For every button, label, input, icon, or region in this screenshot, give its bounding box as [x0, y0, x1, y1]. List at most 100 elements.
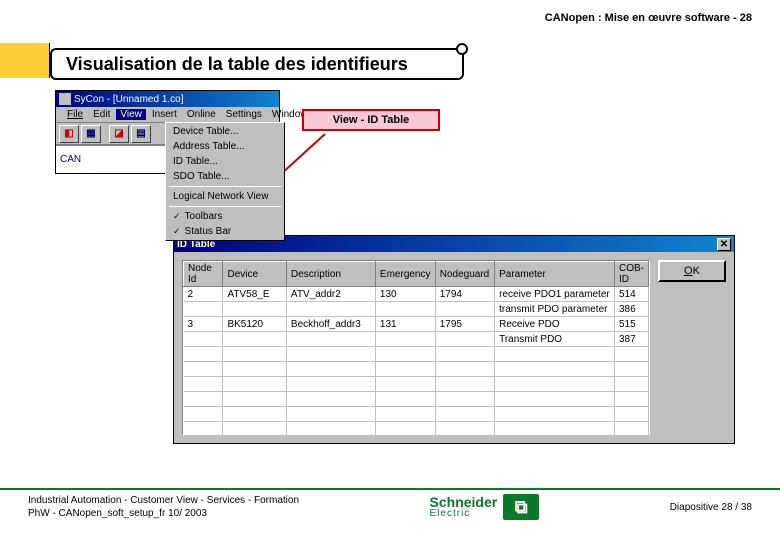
toolbar-btn-3[interactable]: ◪: [109, 125, 129, 143]
col-description[interactable]: Description: [286, 262, 375, 287]
toolbar-btn-4[interactable]: ▤: [131, 125, 151, 143]
cell-param: [495, 362, 615, 377]
table-row[interactable]: Transmit PDO387: [184, 332, 649, 347]
ok-label-rest: K: [693, 265, 700, 277]
idtable-grid: Node Id Device Description Emergency Nod…: [182, 260, 650, 435]
cell-param: [495, 392, 615, 407]
cell-emerg: [375, 347, 435, 362]
cell-device: [223, 362, 286, 377]
footer-line2: PhW - CANopen_soft_setup_fr 10/ 2003: [28, 507, 299, 520]
col-device[interactable]: Device: [223, 262, 286, 287]
cell-nodeg: [435, 422, 494, 437]
cell-cobid: [615, 422, 649, 437]
cell-emerg: [375, 422, 435, 437]
ok-button[interactable]: OK: [658, 260, 726, 282]
logo-brand2: Electric: [430, 509, 498, 519]
close-icon[interactable]: ✕: [717, 238, 731, 251]
callout-view-idtable: View - ID Table: [302, 109, 440, 131]
mi-address-table[interactable]: Address Table...: [167, 139, 283, 154]
sycon-titlebar[interactable]: SyCon - [Unnamed 1.co]: [56, 91, 279, 107]
col-nodeid[interactable]: Node Id: [184, 262, 223, 287]
mi-sdo-table[interactable]: SDO Table...: [167, 169, 283, 184]
menu-online[interactable]: Online: [183, 109, 220, 120]
table-row[interactable]: [184, 422, 649, 437]
cell-nodeid: 3: [184, 317, 223, 332]
cell-nodeid: [184, 332, 223, 347]
schneider-logo: Schneider Electric ⧉: [430, 494, 540, 520]
table-row[interactable]: [184, 407, 649, 422]
cell-nodeid: 2: [184, 287, 223, 302]
cell-nodeg: 1795: [435, 317, 494, 332]
mi-logical-network[interactable]: Logical Network View: [167, 189, 283, 204]
mi-device-table[interactable]: Device Table...: [167, 124, 283, 139]
cell-param: [495, 347, 615, 362]
cell-desc: ATV_addr2: [286, 287, 375, 302]
cell-nodeid: [184, 422, 223, 437]
col-cobid[interactable]: COB-ID: [615, 262, 649, 287]
toolbar-btn-2[interactable]: ▦: [81, 125, 101, 143]
footer-line1: Industrial Automation - Customer View - …: [28, 494, 299, 507]
cell-nodeg: [435, 332, 494, 347]
mi-id-table[interactable]: ID Table...: [167, 154, 283, 169]
cell-nodeid: [184, 362, 223, 377]
col-parameter[interactable]: Parameter: [495, 262, 615, 287]
cell-cobid: [615, 407, 649, 422]
table-row[interactable]: 3BK5120Beckhoff_addr31311795Receive PDO5…: [184, 317, 649, 332]
cell-emerg: 130: [375, 287, 435, 302]
cell-device: [223, 407, 286, 422]
cell-desc: [286, 392, 375, 407]
cell-desc: [286, 332, 375, 347]
menu-settings[interactable]: Settings: [222, 109, 266, 120]
logo-icon: ⧉: [503, 494, 539, 520]
mi-statusbar[interactable]: Status Bar: [167, 224, 283, 239]
menu-separator: [169, 206, 281, 207]
menu-insert[interactable]: Insert: [148, 109, 181, 120]
can-label: CAN: [60, 154, 81, 165]
menu-file[interactable]: File: [63, 109, 87, 120]
col-nodeguard[interactable]: Nodeguard: [435, 262, 494, 287]
table-row[interactable]: 2ATV58_EATV_addr21301794receive PDO1 par…: [184, 287, 649, 302]
table-row[interactable]: [184, 377, 649, 392]
cell-nodeg: [435, 347, 494, 362]
toolbar-btn-1[interactable]: ◧: [59, 125, 79, 143]
menu-separator: [169, 186, 281, 187]
cell-emerg: 131: [375, 317, 435, 332]
menu-view[interactable]: View: [116, 109, 146, 120]
cell-desc: [286, 302, 375, 317]
cell-param: Transmit PDO: [495, 332, 615, 347]
header-crumb: CANopen : Mise en œuvre software - 28: [545, 12, 752, 24]
cell-nodeg: [435, 407, 494, 422]
table-row[interactable]: transmit PDO parameter386: [184, 302, 649, 317]
cell-cobid: 387: [615, 332, 649, 347]
table-header-row: Node Id Device Description Emergency Nod…: [184, 262, 649, 287]
cell-desc: [286, 362, 375, 377]
cell-nodeg: [435, 377, 494, 392]
cell-param: [495, 377, 615, 392]
cell-nodeid: [184, 407, 223, 422]
cell-param: Receive PDO: [495, 317, 615, 332]
mi-toolbars[interactable]: Toolbars: [167, 209, 283, 224]
table-row[interactable]: [184, 347, 649, 362]
cell-device: [223, 392, 286, 407]
menu-file-label: File: [67, 109, 83, 120]
footer-rule: [0, 488, 780, 490]
callout-text: View - ID Table: [333, 114, 410, 126]
cell-cobid: 386: [615, 302, 649, 317]
cell-desc: [286, 422, 375, 437]
cell-desc: Beckhoff_addr3: [286, 317, 375, 332]
cell-desc: [286, 407, 375, 422]
table-row[interactable]: [184, 362, 649, 377]
cell-emerg: [375, 302, 435, 317]
cell-emerg: [375, 392, 435, 407]
page-indicator: Diapositive 28 / 38: [670, 502, 752, 513]
cell-nodeid: [184, 377, 223, 392]
cell-nodeg: [435, 362, 494, 377]
cell-param: receive PDO1 parameter: [495, 287, 615, 302]
cell-cobid: [615, 347, 649, 362]
table-row[interactable]: [184, 392, 649, 407]
cell-device: ATV58_E: [223, 287, 286, 302]
menu-edit[interactable]: Edit: [89, 109, 114, 120]
toolbar-icon: ◪: [114, 128, 123, 139]
col-emergency[interactable]: Emergency: [375, 262, 435, 287]
cell-emerg: [375, 362, 435, 377]
